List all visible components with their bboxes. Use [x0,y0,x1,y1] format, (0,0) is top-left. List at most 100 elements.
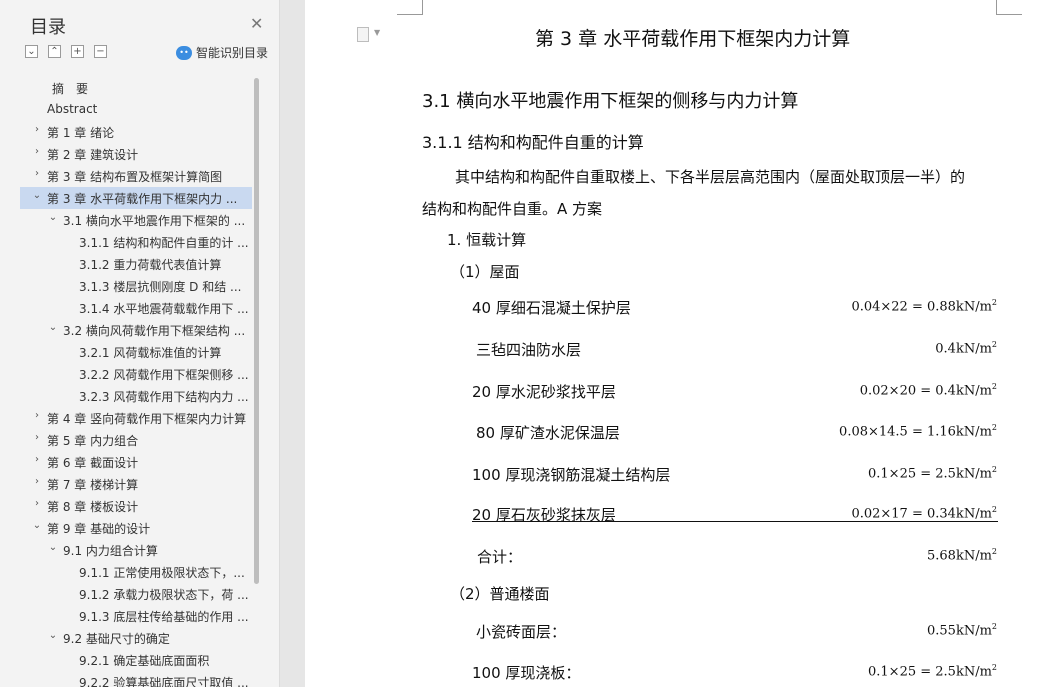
toc-item[interactable]: › 第 4 章 竖向荷载作用下框架内力计算 [20,407,252,429]
toc-item[interactable]: ⌄ 第 3 章 水平荷载作用下框架内力 ... [20,187,252,209]
total-value: 5.68kN/m2 [927,547,997,564]
toc-item-label: 第 8 章 楼板设计 [47,500,139,514]
toc-item[interactable]: ⌄ 9.1 内力组合计算 [20,539,252,561]
toc-item[interactable]: › 第 1 章 绪论 [20,121,252,143]
sidebar-scrollbar[interactable] [254,78,259,584]
load-item-value: 0.02×20 = 0.4kN/m2 [859,382,997,399]
toc-item-label: 3.1.2 重力荷载代表值计算 [79,258,222,272]
chevron-down-icon[interactable]: ▼ [374,28,380,37]
add-heading-icon[interactable]: + [71,45,84,58]
sidebar-title: 目录 [30,17,66,38]
toc-item-label: 9.2.1 确定基础底面面积 [79,654,210,668]
chevron-down-icon[interactable]: ⌄ [47,630,59,641]
crop-mark [996,0,997,15]
toc-item[interactable]: › 第 2 章 建筑设计 [20,143,252,165]
toc-item[interactable]: 9.2.1 确定基础底面面积 [20,649,252,671]
document-icon[interactable] [357,27,369,42]
load-item-value: 0.08×14.5 = 1.16kN/m2 [839,423,997,440]
load-item-label: 三毡四油防水层 [476,341,582,359]
toc-item-label: Abstract [47,102,98,116]
load-item-label: 80 厚矿渣水泥保温层 [476,424,620,442]
toc-item[interactable]: 9.1.2 承载力极限状态下，荷 ... [20,583,252,605]
list-subheading: （2）普通楼面 [450,585,550,603]
toc-item-label: 第 1 章 绪论 [47,126,115,140]
toc-item-label: 3.1.3 楼层抗侧刚度 D 和结 ... [79,280,242,294]
toc-item[interactable]: ⌄ 3.2 横向风荷载作用下框架结构 ... [20,319,252,341]
close-icon[interactable]: ✕ [250,14,263,33]
collapse-all-icon[interactable]: ⌄ [25,45,38,58]
paragraph-line: 其中结构和构配件自重取楼上、下各半层层高范围内（屋面处取顶层一半）的 [455,168,966,186]
toc-item-label: 3.1.4 水平地震荷载载作用下 ... [79,302,249,316]
toc-item-label: 3.2.1 风荷载标准值的计算 [79,346,222,360]
toc-item[interactable]: › 第 3 章 结构布置及框架计算简图 [20,165,252,187]
toc-item-label: 第 2 章 建筑设计 [47,148,139,162]
load-item-label: 100 厚现浇板： [472,664,581,682]
chevron-right-icon[interactable]: › [31,410,43,421]
toc-item-label: 9.1 内力组合计算 [63,544,158,558]
toc-item[interactable]: 9.1.1 正常使用极限状态下，... [20,561,252,583]
toc-item[interactable]: › 第 7 章 楼梯计算 [20,473,252,495]
chevron-right-icon[interactable]: › [31,498,43,509]
toc-item[interactable]: 3.1.3 楼层抗侧刚度 D 和结 ... [20,275,252,297]
chevron-right-icon[interactable]: › [31,454,43,465]
load-item-label: 20 厚水泥砂浆找平层 [472,383,616,401]
list-item-heading: 1. 恒载计算 [447,231,527,249]
chevron-down-icon[interactable]: ⌄ [47,542,59,553]
toc-item-label: 第 3 章 结构布置及框架计算简图 [47,170,223,184]
crop-mark [422,0,423,15]
smart-toc-label: 智能识别目录 [196,46,269,60]
toc-item[interactable]: 3.1.2 重力荷载代表值计算 [20,253,252,275]
toc-item[interactable]: 3.1.1 结构和构配件自重的计 ... [20,231,252,253]
chevron-down-icon[interactable]: ⌄ [31,190,43,201]
chevron-down-icon[interactable]: ⌄ [47,322,59,333]
smart-toc-icon: •• [176,45,192,60]
chevron-right-icon[interactable]: › [31,432,43,443]
load-item-label: 100 厚现浇钢筋混凝土结构层 [472,466,671,484]
load-item-label: 40 厚细石混凝土保护层 [472,299,631,317]
expand-up-icon[interactable]: ⌃ [48,45,61,58]
toc-item[interactable]: Abstract [20,99,252,121]
chevron-right-icon[interactable]: › [31,476,43,487]
paragraph-line: 结构和构配件自重。A 方案 [422,200,603,218]
toc-item-label: 第 9 章 基础的设计 [47,522,151,536]
toc-item-label: 9.1.2 承载力极限状态下，荷 ... [79,588,249,602]
section-heading: 3.1 横向水平地震作用下框架的侧移与内力计算 [422,91,799,112]
toc-item[interactable]: 3.1.4 水平地震荷载载作用下 ... [20,297,252,319]
toc-item[interactable]: › 第 8 章 楼板设计 [20,495,252,517]
chevron-down-icon[interactable]: ⌄ [31,520,43,531]
chevron-right-icon[interactable]: › [31,146,43,157]
toc-item[interactable]: ⌄ 3.1 横向水平地震作用下框架的 ... [20,209,252,231]
toc-item-label: 第 7 章 楼梯计算 [47,478,139,492]
smart-toc-button[interactable]: •• 智能识别目录 [176,44,268,61]
toc-item[interactable]: 3.2.3 风荷载作用下结构内力 ... [20,385,252,407]
chapter-heading: 第 3 章 水平荷载作用下框架内力计算 [535,28,851,50]
toc-item-label: 3.1.1 结构和构配件自重的计 ... [79,236,249,250]
toc-item[interactable]: › 第 5 章 内力组合 [20,429,252,451]
toc-item-label: 9.1.3 底层柱传给基础的作用 ... [79,610,249,624]
toc-item-label: 第 4 章 竖向荷载作用下框架内力计算 [47,412,247,426]
toc-item-label: 3.1 横向水平地震作用下框架的 ... [63,214,246,228]
toc-item-label: 3.2.3 风荷载作用下结构内力 ... [79,390,249,404]
load-item-value: 0.02×17 = 0.34kN/m2 [851,505,997,522]
load-item-value: 0.1×25 = 2.5kN/m2 [868,465,997,482]
toc-item[interactable]: ⌄ 第 9 章 基础的设计 [20,517,252,539]
toc-item[interactable]: 9.1.3 底层柱传给基础的作用 ... [20,605,252,627]
toc-sidebar: 目录 ✕ ⌄ ⌃ + − •• 智能识别目录 摘 要 Abstract › 第 1 章… [0,0,280,687]
toc-item[interactable]: 3.2.2 风荷载作用下框架侧移 ... [20,363,252,385]
subsection-heading: 3.1.1 结构和构配件自重的计算 [422,133,644,152]
chevron-right-icon[interactable]: › [31,168,43,179]
load-item-value: 0.4kN/m2 [935,340,997,357]
remove-heading-icon[interactable]: − [94,45,107,58]
chevron-right-icon[interactable]: › [31,124,43,135]
toc-item[interactable]: 9.2.2 验算基础底面尺寸取值 ... [20,671,252,687]
chevron-down-icon[interactable]: ⌄ [47,212,59,223]
toc-item-label: 9.2.2 验算基础底面尺寸取值 ... [79,676,249,687]
toc-list: 摘 要 Abstract › 第 1 章 绪论 › 第 2 章 建筑设计 › 第 3 章 结构… [20,77,252,687]
toc-item[interactable]: 摘 要 [20,77,252,99]
toc-item[interactable]: ⌄ 9.2 基础尺寸的确定 [20,627,252,649]
toc-item[interactable]: 3.2.1 风荷载标准值的计算 [20,341,252,363]
toc-item-label: 9.1.1 正常使用极限状态下，... [79,566,245,580]
toc-item[interactable]: › 第 6 章 截面设计 [20,451,252,473]
sum-divider [472,521,998,522]
load-item-value: 0.55kN/m2 [927,622,997,639]
